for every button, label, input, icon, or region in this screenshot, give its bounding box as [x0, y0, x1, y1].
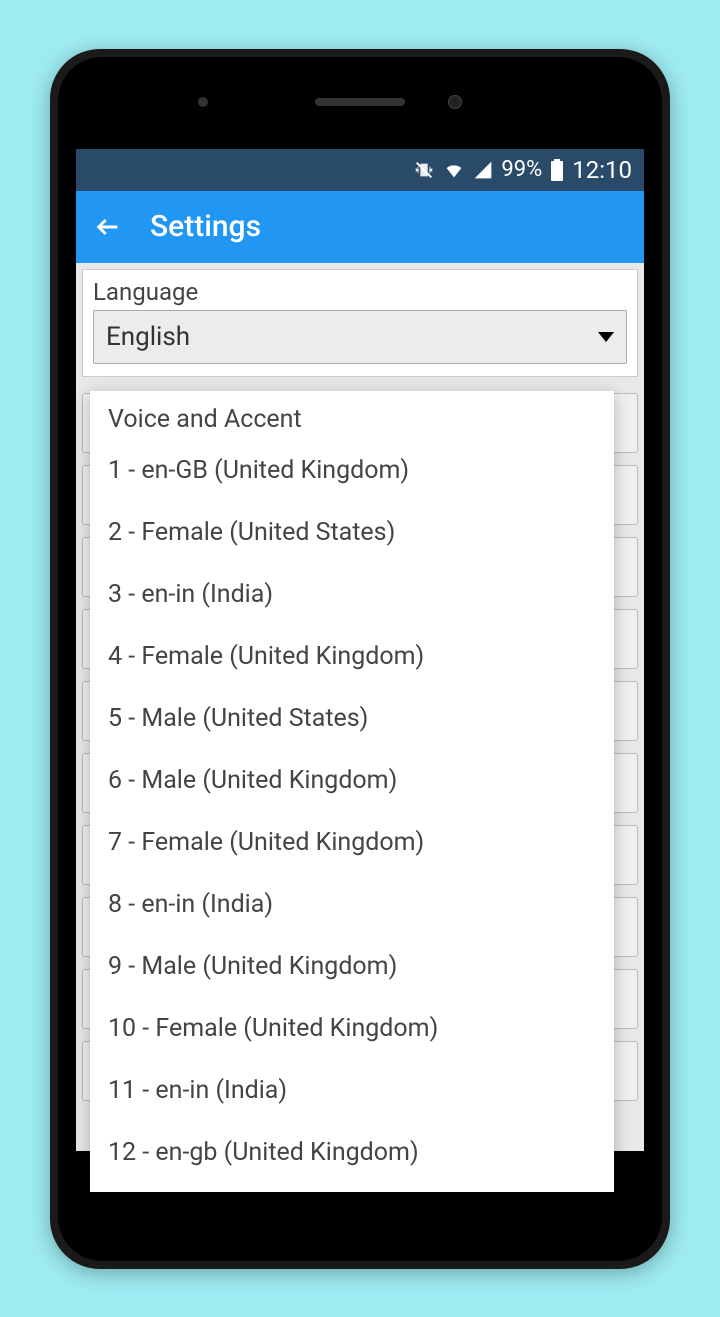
- wifi-icon: [443, 159, 465, 181]
- status-time: 12:10: [572, 156, 632, 184]
- phone-inner: 99% 12:10 Settings Language English: [58, 57, 662, 1261]
- language-card: Language English: [82, 269, 638, 377]
- voice-option[interactable]: 1 - en-GB (United Kingdom): [94, 440, 610, 502]
- content-area: Language English: [76, 263, 644, 1151]
- voice-option[interactable]: 6 - Male (United Kingdom): [94, 750, 610, 812]
- voice-option[interactable]: 8 - en-in (India): [94, 874, 610, 936]
- status-bar: 99% 12:10: [76, 147, 644, 191]
- voice-option[interactable]: 11 - en-in (India): [94, 1060, 610, 1122]
- chevron-down-icon: [598, 332, 614, 342]
- page-title: Settings: [150, 209, 261, 244]
- vibrate-icon: [413, 159, 435, 181]
- battery-percent: 99%: [501, 157, 542, 182]
- voice-option[interactable]: 2 - Female (United States): [94, 502, 610, 564]
- language-dropdown[interactable]: English: [93, 310, 627, 364]
- voice-accent-popup: Voice and Accent 1 - en-GB (United Kingd…: [90, 391, 614, 1192]
- phone-camera: [448, 95, 462, 109]
- battery-icon: [550, 159, 564, 181]
- phone-top-bezel: [58, 57, 662, 147]
- voice-option[interactable]: 10 - Female (United Kingdom): [94, 998, 610, 1060]
- voice-option[interactable]: 5 - Male (United States): [94, 688, 610, 750]
- language-label: Language: [93, 278, 627, 306]
- sensor-dot: [198, 97, 208, 107]
- voice-option[interactable]: 4 - Female (United Kingdom): [94, 626, 610, 688]
- back-button[interactable]: [94, 213, 122, 241]
- voice-option[interactable]: 12 - en-gb (United Kingdom): [94, 1122, 610, 1184]
- voice-option[interactable]: 9 - Male (United Kingdom): [94, 936, 610, 998]
- voice-option[interactable]: 7 - Female (United Kingdom): [94, 812, 610, 874]
- phone-screen: 99% 12:10 Settings Language English: [76, 147, 644, 1151]
- phone-speaker: [315, 98, 405, 106]
- voice-option[interactable]: 3 - en-in (India): [94, 564, 610, 626]
- app-bar: Settings: [76, 191, 644, 263]
- voice-accent-header: Voice and Accent: [94, 401, 610, 440]
- language-value: English: [106, 322, 190, 352]
- signal-icon: [473, 160, 493, 180]
- phone-frame: 99% 12:10 Settings Language English: [50, 49, 670, 1269]
